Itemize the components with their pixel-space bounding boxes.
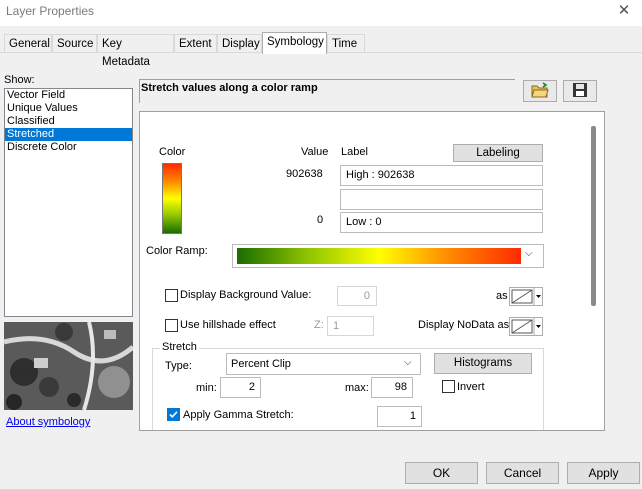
ok-button[interactable]: OK — [405, 462, 478, 484]
list-item-classified[interactable]: Classified — [5, 115, 132, 128]
chevron-down-icon: ⌵ — [525, 248, 533, 259]
close-icon[interactable]: ✕ — [606, 0, 642, 24]
labeling-button[interactable]: Labeling — [453, 144, 543, 162]
tab-symbology[interactable]: Symbology — [262, 32, 327, 54]
tab-extent[interactable]: Extent — [174, 34, 217, 53]
high-label-field[interactable]: High : 902638 — [340, 165, 543, 186]
open-button[interactable] — [523, 80, 557, 102]
gamma-value-field[interactable]: 1 — [377, 406, 422, 427]
value-header: Value — [301, 146, 329, 158]
background-value-field[interactable]: 0 — [337, 286, 377, 306]
about-symbology-link[interactable]: About symbology — [6, 416, 90, 428]
z-label: Z: — [314, 319, 324, 331]
list-item-unique-values[interactable]: Unique Values — [5, 102, 132, 115]
cancel-button[interactable]: Cancel — [486, 462, 559, 484]
display-background-label: Display Background Value: — [180, 289, 312, 301]
invert-checkbox[interactable] — [442, 380, 455, 393]
list-item-discrete-color[interactable]: Discrete Color — [5, 141, 132, 154]
invert-label: Invert — [457, 381, 485, 393]
stretch-type-select[interactable]: Percent Clip ⌵ — [226, 353, 421, 375]
stretch-type-label: Type: — [165, 360, 192, 372]
nodata-color-dropdown[interactable] — [509, 317, 543, 336]
low-value: 0 — [317, 214, 324, 226]
window-title: Layer Properties — [6, 4, 95, 18]
tab-display[interactable]: Display — [217, 34, 262, 53]
save-disk-icon — [572, 82, 588, 101]
low-label-field[interactable]: Low : 0 — [340, 212, 543, 233]
chevron-down-icon: ⌵ — [404, 357, 412, 368]
hillshade-checkbox[interactable] — [165, 319, 178, 332]
min-field[interactable]: 2 — [220, 377, 261, 398]
show-label: Show: — [4, 74, 35, 86]
stretch-type-value: Percent Clip — [231, 358, 291, 370]
background-color-dropdown[interactable] — [509, 287, 543, 306]
tab-strip: General Source Key Metadata Extent Displ… — [0, 32, 642, 68]
max-field[interactable]: 98 — [371, 377, 413, 398]
background-as-label: as — [496, 290, 508, 302]
open-folder-icon — [531, 81, 549, 101]
list-item-stretched[interactable]: Stretched — [5, 128, 132, 141]
save-button[interactable] — [563, 80, 597, 102]
scrollbar-thumb[interactable] — [591, 126, 596, 306]
renderer-title: Stretch values along a color ramp — [139, 79, 515, 103]
renderer-list[interactable]: Vector Field Unique Values Classified St… — [4, 88, 133, 317]
max-label: max: — [345, 382, 369, 394]
high-value: 902638 — [286, 168, 323, 180]
no-color-swatch-icon — [511, 318, 541, 335]
color-ramp-label: Color Ramp: — [146, 245, 208, 257]
tab-time[interactable]: Time — [327, 34, 365, 53]
nodata-label: Display NoData as — [418, 319, 510, 331]
tab-key-metadata[interactable]: Key Metadata — [97, 34, 174, 68]
apply-button[interactable]: Apply — [567, 462, 640, 484]
gamma-stretch-checkbox[interactable] — [167, 408, 180, 421]
color-ramp-swatch[interactable] — [162, 163, 182, 234]
tab-general[interactable]: General — [4, 34, 52, 53]
color-ramp-preview — [237, 248, 521, 264]
panel-scrollbar[interactable] — [585, 112, 604, 430]
preview-thumbnail — [4, 322, 133, 410]
stretch-group-label: Stretch — [160, 341, 199, 353]
label-header: Label — [341, 146, 368, 158]
no-color-swatch-icon — [511, 288, 541, 305]
mid-label-field[interactable] — [340, 189, 543, 210]
color-header: Color — [159, 146, 186, 158]
hillshade-label: Use hillshade effect — [180, 319, 276, 331]
histograms-button[interactable]: Histograms — [434, 353, 532, 374]
gamma-stretch-label: Apply Gamma Stretch: — [183, 409, 294, 421]
checkmark-icon — [169, 411, 178, 418]
display-background-checkbox[interactable] — [165, 289, 178, 302]
color-ramp-select[interactable]: ⌵ — [232, 244, 544, 268]
tab-source[interactable]: Source — [52, 34, 97, 53]
min-label: min: — [196, 382, 217, 394]
list-item-vector-field[interactable]: Vector Field — [5, 89, 132, 102]
title-bar: Layer Properties ✕ — [0, 0, 642, 26]
z-factor-field[interactable]: 1 — [327, 316, 374, 336]
symbology-panel: Color Value Label Labeling 902638 High :… — [139, 111, 605, 431]
